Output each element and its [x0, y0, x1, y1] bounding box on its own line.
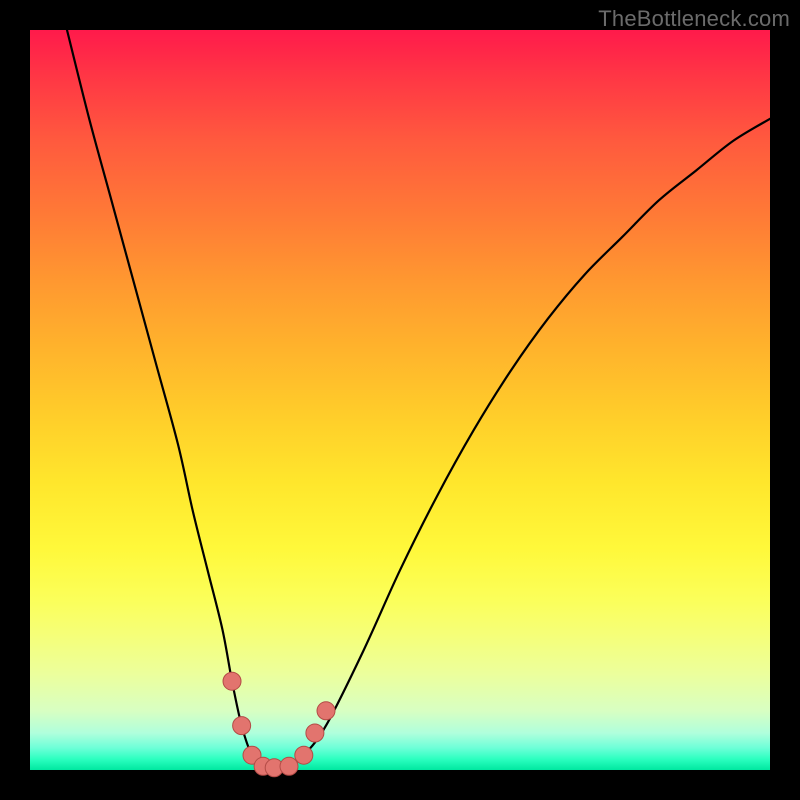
curve-marker	[280, 757, 298, 775]
watermark-text: TheBottleneck.com	[598, 6, 790, 32]
curve-marker	[233, 717, 251, 735]
curve-marker	[295, 746, 313, 764]
chart-svg	[30, 30, 770, 770]
curve-marker	[306, 724, 324, 742]
curve-marker	[223, 672, 241, 690]
bottleneck-curve	[67, 30, 770, 768]
curve-markers	[223, 672, 335, 777]
curve-marker	[317, 702, 335, 720]
plot-area	[30, 30, 770, 770]
chart-frame: TheBottleneck.com	[0, 0, 800, 800]
